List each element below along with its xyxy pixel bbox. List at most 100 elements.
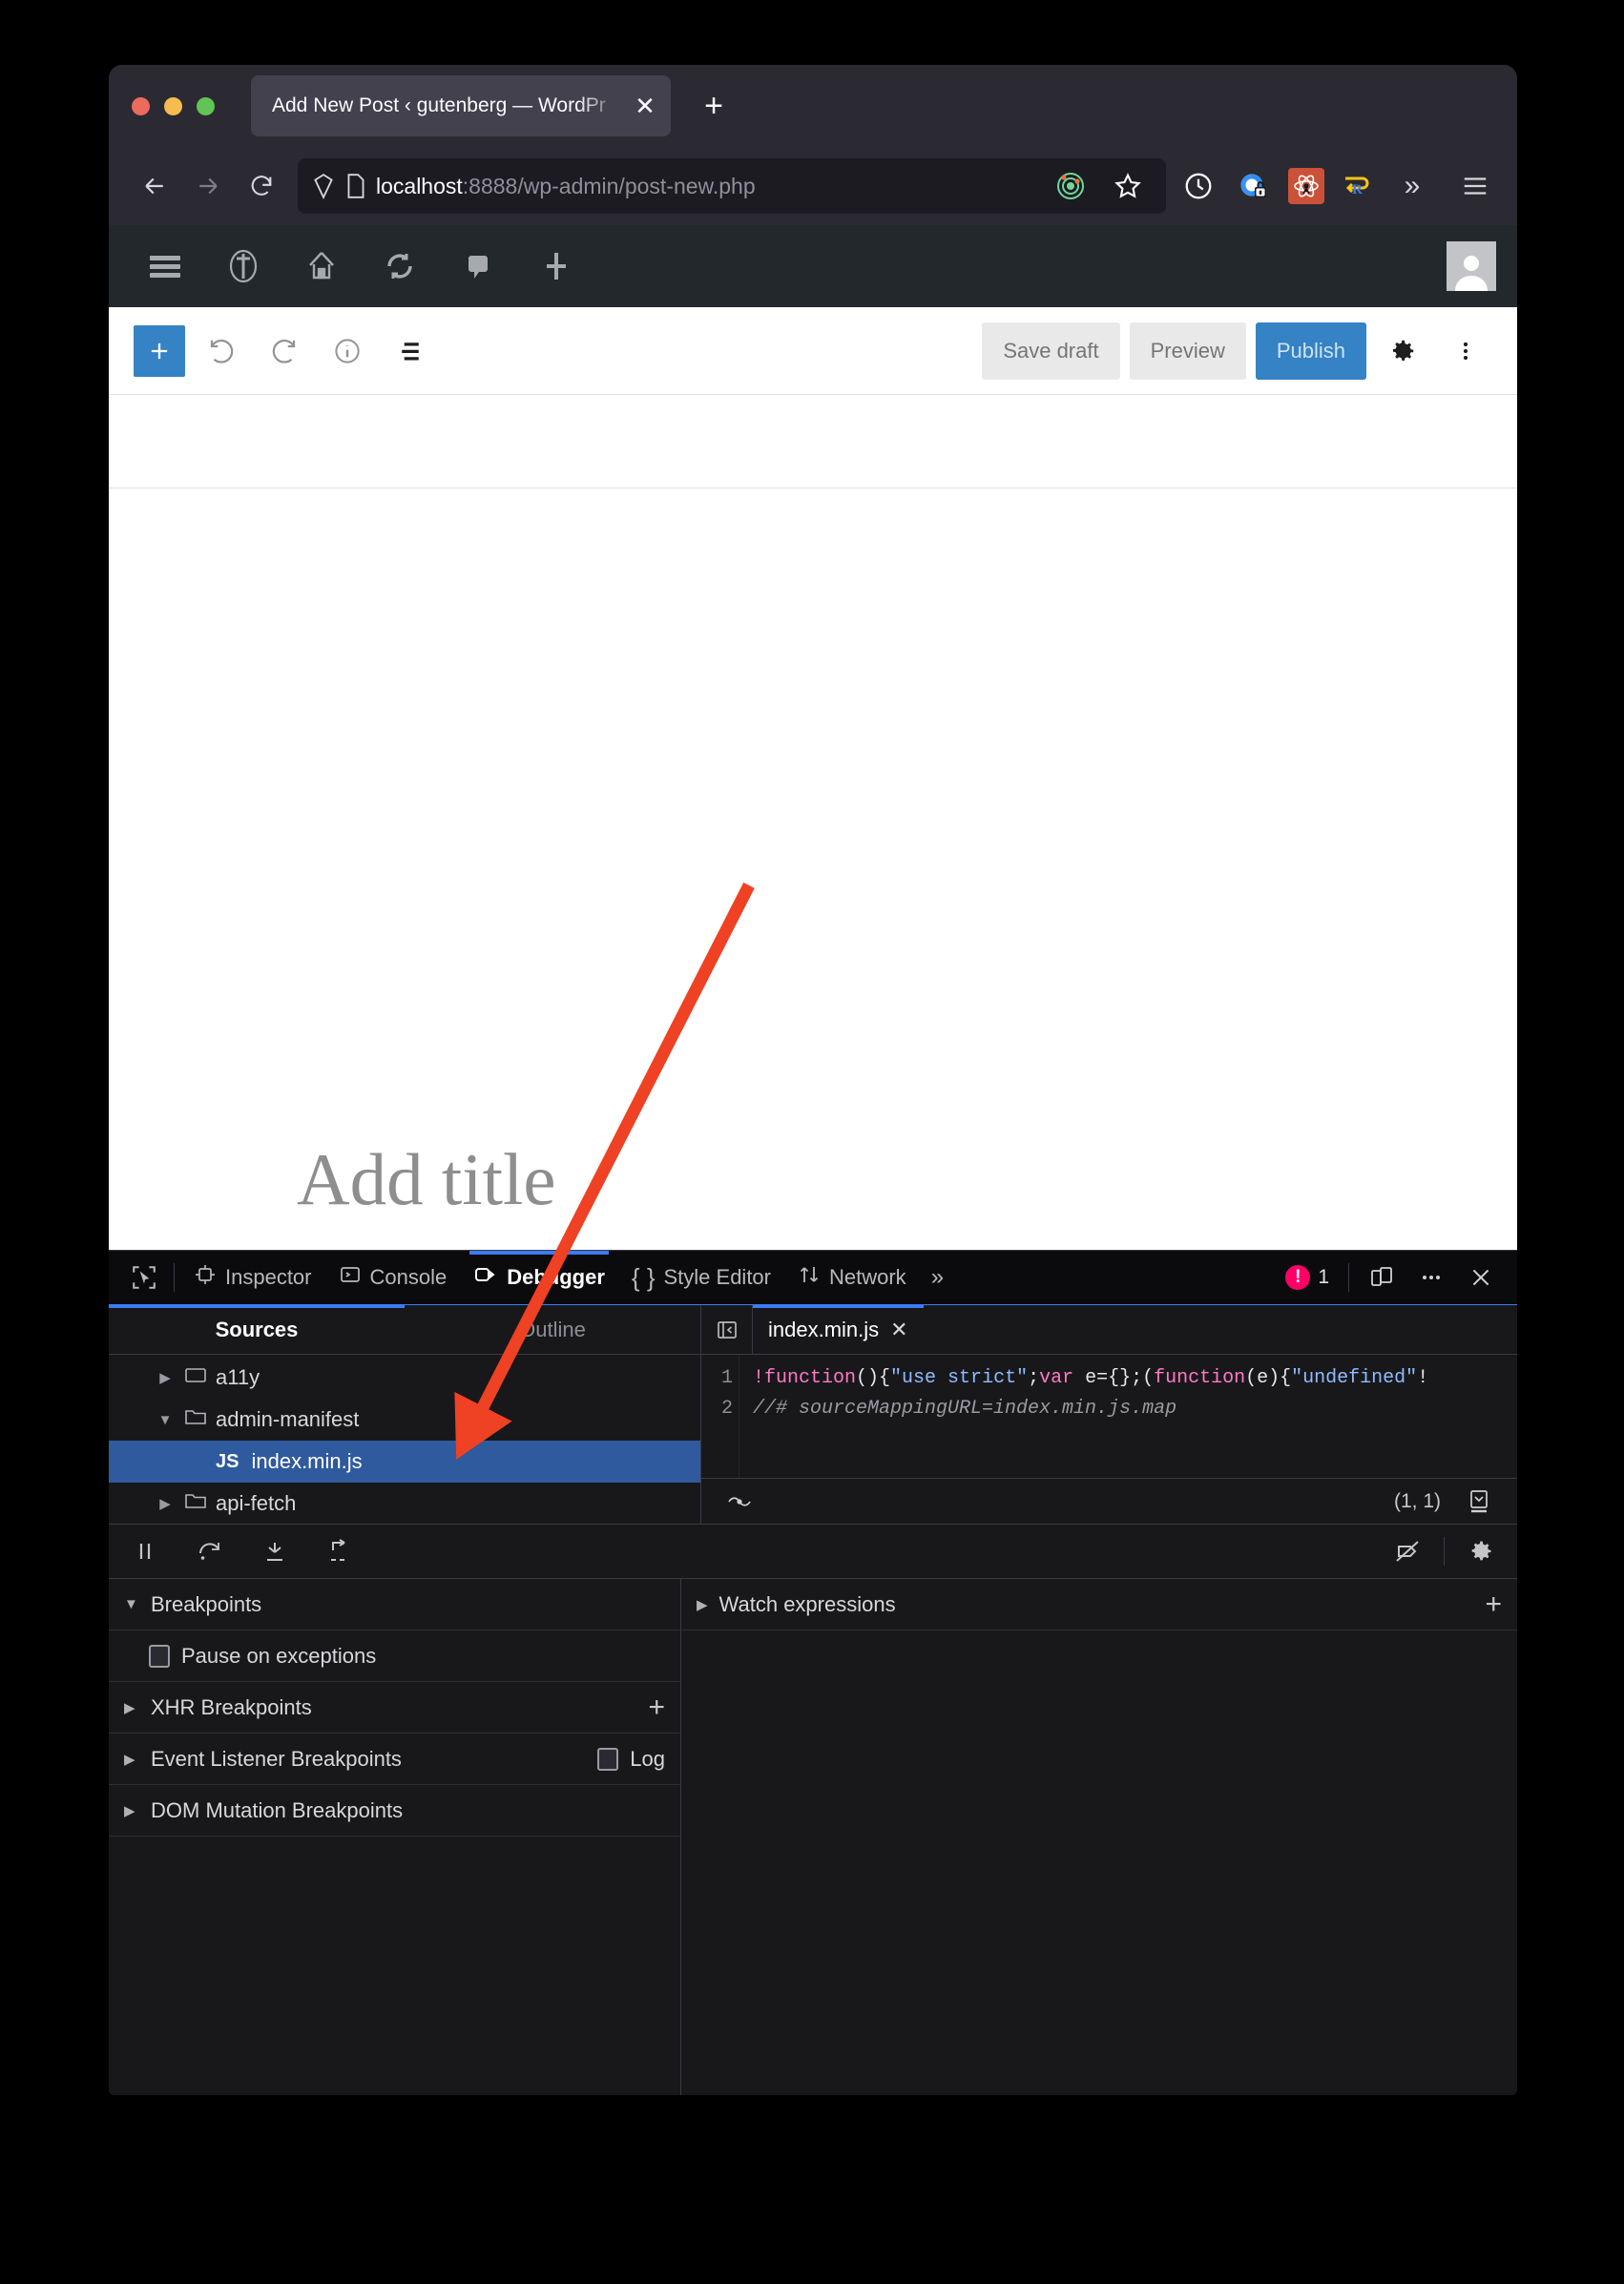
tree-item-admin-manifest[interactable]: ▼ admin-manifest — [109, 1399, 700, 1441]
react-devtools-icon[interactable] — [1288, 168, 1324, 204]
error-count: 1 — [1318, 1266, 1329, 1288]
deactivate-breakpoints-icon[interactable] — [1388, 1532, 1426, 1570]
close-tab-icon[interactable]: ✕ — [633, 93, 657, 118]
breakpoints-header-label: Breakpoints — [151, 1591, 262, 1616]
add-xhr-breakpoint-icon[interactable]: + — [648, 1692, 665, 1722]
save-icon[interactable] — [1456, 1481, 1502, 1523]
pause-icon[interactable] — [126, 1532, 164, 1570]
tracker-icon[interactable] — [1050, 165, 1092, 207]
browser-extensions: R » — [1177, 161, 1500, 211]
editor-canvas[interactable]: Add title Type / to choose a block — [109, 488, 1517, 1250]
close-devtools-icon[interactable] — [1458, 1256, 1504, 1298]
tab-network[interactable]: Network — [784, 1251, 920, 1304]
tab-outline[interactable]: Outline — [405, 1305, 700, 1354]
step-over-icon[interactable] — [191, 1532, 229, 1570]
code-gutter: 1 2 — [701, 1355, 739, 1478]
open-file-name: index.min.js — [768, 1317, 880, 1341]
tree-item-a11y[interactable]: ▶ a11y — [109, 1357, 700, 1399]
close-file-icon[interactable]: ✕ — [890, 1318, 907, 1342]
publish-button[interactable]: Publish — [1255, 322, 1366, 380]
node-picker-icon[interactable] — [120, 1256, 168, 1298]
debugger-settings-icon[interactable] — [1462, 1532, 1500, 1570]
devtools-overflow-icon[interactable]: » — [920, 1264, 955, 1291]
chevron-down-icon[interactable]: ▼ — [124, 1596, 139, 1612]
chevron-down-icon[interactable]: ▼ — [155, 1412, 176, 1428]
new-content-icon[interactable] — [521, 231, 592, 301]
browser-tab-title: Add New Post ‹ gutenberg — WordPr — [272, 94, 606, 116]
page-info-icon[interactable] — [345, 173, 366, 199]
pretty-print-icon[interactable] — [717, 1481, 762, 1523]
tab-style-editor-label: Style Editor — [663, 1265, 772, 1289]
devtools-panel: Inspector Console Debugger { } Style Edi… — [109, 1250, 1517, 2095]
more-horizontal-icon[interactable] — [1408, 1256, 1454, 1298]
event-log-checkbox[interactable] — [597, 1747, 619, 1771]
minimize-window-button[interactable] — [164, 96, 182, 115]
maximize-window-button[interactable] — [197, 96, 215, 115]
dom-mutation-breakpoints-row[interactable]: ▶ DOM Mutation Breakpoints — [109, 1785, 680, 1837]
overflow-chevron-icon[interactable]: » — [1387, 161, 1437, 211]
step-out-icon[interactable] — [321, 1532, 359, 1570]
tree-item-index-min-js[interactable]: JS index.min.js — [109, 1441, 700, 1483]
redo-icon[interactable] — [258, 324, 311, 378]
chevron-right-icon[interactable]: ▶ — [124, 1699, 139, 1716]
sources-tree[interactable]: ▶ a11y ▼ admin-manifest JS index.min.js … — [109, 1355, 700, 1524]
tree-item-api-fetch[interactable]: ▶ api-fetch — [109, 1483, 700, 1524]
close-window-button[interactable] — [132, 96, 150, 115]
browser-tab[interactable]: Add New Post ‹ gutenberg — WordPr ✕ — [251, 75, 671, 136]
back-arrow-icon[interactable] — [130, 161, 179, 211]
undo-icon[interactable] — [195, 324, 248, 378]
comments-icon[interactable] — [443, 231, 513, 301]
open-file-tab[interactable]: index.min.js ✕ — [753, 1303, 924, 1355]
code-view[interactable]: 1 2 !function(){"use strict";var e={};(f… — [701, 1355, 1517, 1478]
tab-style-editor[interactable]: { } Style Editor — [618, 1251, 784, 1304]
collapse-panel-icon[interactable] — [701, 1304, 753, 1355]
star-icon[interactable] — [1107, 165, 1149, 207]
tab-inspector[interactable]: Inspector — [180, 1251, 325, 1304]
chevron-right-icon[interactable]: ▶ — [124, 1802, 139, 1819]
shield-icon[interactable] — [311, 173, 336, 199]
add-watch-expression-icon[interactable]: + — [1485, 1589, 1502, 1619]
block-inserter-button[interactable] — [134, 324, 185, 377]
breakpoints-header[interactable]: ▼ Breakpoints — [109, 1579, 680, 1630]
history-icon[interactable] — [1177, 165, 1219, 207]
responsive-design-icon[interactable] — [1359, 1256, 1405, 1298]
debugger-main: Sources Outline ▶ a11y ▼ admin-manifest … — [109, 1303, 1517, 1524]
watch-expressions-header[interactable]: ▶ Watch expressions + — [681, 1579, 1517, 1630]
chevron-right-icon[interactable]: ▶ — [155, 1369, 176, 1386]
url-bar[interactable]: localhost:8888/wp-admin/post-new.php — [298, 158, 1166, 214]
menu-icon[interactable] — [130, 231, 200, 301]
step-in-icon[interactable] — [256, 1532, 294, 1570]
info-icon[interactable] — [321, 324, 374, 378]
home-icon[interactable] — [286, 231, 357, 301]
window-controls[interactable] — [132, 96, 215, 115]
chevron-right-icon[interactable]: ▶ — [124, 1751, 139, 1768]
wordpress-logo-icon[interactable] — [208, 231, 279, 301]
post-title-placeholder[interactable]: Add title — [297, 1143, 556, 1216]
error-badge[interactable]: ! 1 — [1276, 1265, 1339, 1290]
tab-console[interactable]: Console — [325, 1251, 461, 1304]
browser-menu-icon[interactable] — [1450, 161, 1500, 211]
updates-icon[interactable] — [364, 231, 435, 301]
list-view-icon[interactable] — [384, 324, 437, 378]
chevron-right-icon[interactable]: ▶ — [155, 1495, 176, 1512]
pause-on-exceptions-checkbox[interactable] — [149, 1644, 170, 1668]
xhr-breakpoints-row[interactable]: ▶ XHR Breakpoints + — [109, 1682, 680, 1734]
tab-inspector-label: Inspector — [225, 1265, 312, 1289]
pause-on-exceptions-row[interactable]: Pause on exceptions — [109, 1630, 680, 1682]
save-draft-button[interactable]: Save draft — [982, 322, 1120, 380]
preview-button[interactable]: Preview — [1129, 322, 1246, 380]
redux-devtools-icon[interactable]: R — [1338, 168, 1374, 204]
tab-sources[interactable]: Sources — [109, 1304, 405, 1354]
chevron-right-icon[interactable]: ▶ — [697, 1596, 708, 1613]
event-listener-breakpoints-row[interactable]: ▶ Event Listener Breakpoints Log — [109, 1734, 680, 1785]
forward-arrow-icon[interactable] — [183, 161, 233, 211]
reload-icon[interactable] — [237, 161, 286, 211]
tab-debugger[interactable]: Debugger — [460, 1251, 618, 1304]
folder-open-icon — [184, 1407, 207, 1432]
browser-navbar: localhost:8888/wp-admin/post-new.php R » — [109, 147, 1517, 225]
more-vertical-icon[interactable] — [1439, 324, 1492, 378]
gear-icon[interactable] — [1376, 324, 1429, 378]
new-tab-button[interactable]: + — [697, 90, 730, 122]
user-avatar[interactable] — [1447, 241, 1496, 291]
privacy-badger-icon[interactable] — [1233, 165, 1275, 207]
